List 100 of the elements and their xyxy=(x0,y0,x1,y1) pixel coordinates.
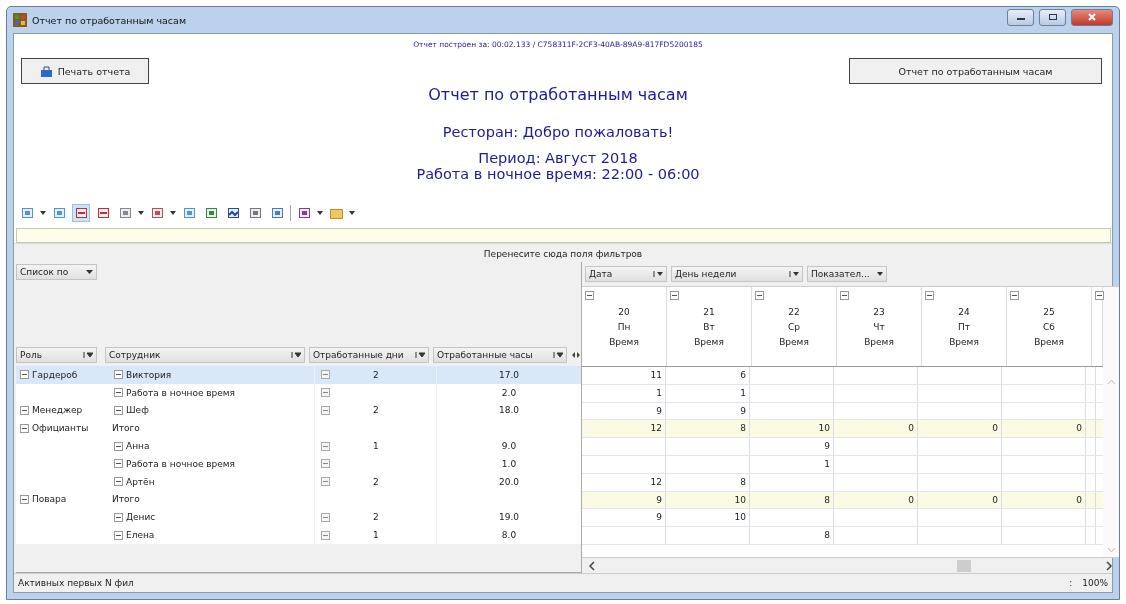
collapse-icon[interactable] xyxy=(321,441,330,451)
status-separator: : xyxy=(1069,578,1073,588)
pivot-row[interactable]: Елена 1 8.0 xyxy=(16,526,581,544)
collapse-icon[interactable] xyxy=(20,370,29,380)
role-label: Повара xyxy=(32,494,67,505)
collapse-icon[interactable] xyxy=(114,512,123,522)
table-cell: 9 xyxy=(582,402,666,420)
collapse-icon[interactable] xyxy=(114,530,123,540)
scroll-right-icon[interactable] xyxy=(1105,560,1113,571)
collapse-icon[interactable] xyxy=(321,370,330,380)
days-value: 2 xyxy=(373,476,379,487)
table-cell: 0 xyxy=(1002,420,1086,438)
column-field-button[interactable]: День недели xyxy=(671,266,803,282)
pivot-row[interactable]: Работа в ночное время 1.0 xyxy=(16,455,581,473)
weekday-label: Чт xyxy=(873,321,885,332)
dropdown-caret-icon[interactable] xyxy=(317,211,323,215)
list-field-button[interactable]: Список по xyxy=(16,264,97,280)
collapse-icon[interactable] xyxy=(114,459,123,469)
collapse-icon[interactable] xyxy=(321,512,330,522)
pivot-row[interactable]: Официанты Итого xyxy=(16,419,581,438)
days-value: 2 xyxy=(373,405,379,416)
collapse-icon[interactable] xyxy=(755,291,764,300)
employee-label: Работа в ночное время xyxy=(126,387,236,398)
employee-label: Работа в ночное время xyxy=(126,458,236,469)
pivot-row[interactable]: Менеджер Шеф 2 18.0 xyxy=(16,401,581,420)
weekday-label: Ср xyxy=(788,321,800,332)
close-button[interactable] xyxy=(1071,8,1113,26)
table-cell: 8 xyxy=(750,527,834,544)
scroll-thumb[interactable] xyxy=(957,559,971,572)
employee-label: Денис xyxy=(126,512,156,523)
hours-value: 18.0 xyxy=(498,405,519,416)
row-field-button[interactable]: Роль xyxy=(16,347,97,363)
hours-value: 19.0 xyxy=(498,512,519,523)
hours-value: 8.0 xyxy=(501,530,517,541)
collapse-icon[interactable] xyxy=(20,494,29,504)
zoom-level: 100% xyxy=(1082,578,1108,588)
collapse-icon[interactable] xyxy=(840,291,849,300)
hours-value: 2.0 xyxy=(501,387,517,398)
collapse-icon[interactable] xyxy=(1095,291,1104,300)
column-field-button[interactable]: Дата xyxy=(585,266,667,282)
collapse-icon[interactable] xyxy=(321,406,330,415)
dropdown-caret-icon[interactable] xyxy=(138,211,144,215)
column-field-button[interactable]: Показател... xyxy=(807,266,887,282)
sort-caret-icon xyxy=(83,352,93,358)
day-label: 24 xyxy=(958,306,970,317)
collapse-icon[interactable] xyxy=(114,406,123,415)
table-cell: 9 xyxy=(582,491,666,509)
employee-label: Артён xyxy=(126,476,155,487)
collapse-icon[interactable] xyxy=(114,388,123,398)
pivot-row[interactable]: Гардероб Виктория 2 17.0 xyxy=(16,366,581,384)
collapse-icon[interactable] xyxy=(20,406,29,415)
maximize-icon xyxy=(1047,13,1058,21)
collapse-icon[interactable] xyxy=(1010,291,1019,300)
employee-label: Итого xyxy=(112,423,140,434)
collapse-icon[interactable] xyxy=(114,370,123,380)
pivot-row[interactable]: Анна 1 9.0 xyxy=(16,437,581,455)
days-value: 2 xyxy=(373,369,379,380)
measure-label: Время xyxy=(1034,336,1064,347)
pivot-row[interactable]: Артён 2 20.0 xyxy=(16,472,581,491)
day-label: 21 xyxy=(703,306,715,317)
collapse-icon[interactable] xyxy=(114,477,123,487)
employee-label: Шеф xyxy=(126,405,149,416)
collapse-icon[interactable] xyxy=(670,291,679,300)
column-scroll-icon[interactable] xyxy=(571,350,581,360)
dropdown-caret-icon[interactable] xyxy=(349,211,355,215)
row-field-button[interactable]: Сотрудник xyxy=(105,347,305,363)
report-button[interactable]: Отчет по отработанным часам xyxy=(849,58,1102,84)
status-text: Активных первых N фил xyxy=(18,578,134,588)
weekday-label: Вт xyxy=(703,321,715,332)
pivot-row[interactable]: Повара Итого xyxy=(16,490,581,509)
minimize-button[interactable] xyxy=(1007,8,1034,26)
collapse-icon[interactable] xyxy=(20,423,29,433)
collapse-icon[interactable] xyxy=(321,388,330,398)
row-field-button[interactable]: Отработанные дни xyxy=(309,347,429,363)
table-cell: 10 xyxy=(666,491,750,509)
collapse-icon[interactable] xyxy=(585,291,594,300)
pivot-row[interactable]: Работа в ночное время 2.0 xyxy=(16,383,581,402)
weekday-label: Пт xyxy=(958,321,970,332)
collapse-icon[interactable] xyxy=(321,459,330,469)
table-cell: 12 xyxy=(582,420,666,438)
employee-label: Итого xyxy=(112,494,140,505)
folder-icon xyxy=(329,207,343,219)
table-cell: 11 xyxy=(582,367,666,384)
print-report-button[interactable]: Печать отчета xyxy=(21,58,149,84)
dropdown-caret-icon[interactable] xyxy=(170,211,176,215)
collapse-icon[interactable] xyxy=(321,477,330,487)
role-label: Официанты xyxy=(32,423,89,434)
toolbar-button[interactable] xyxy=(72,204,90,222)
collapse-icon[interactable] xyxy=(114,441,123,451)
maximize-button[interactable] xyxy=(1039,8,1066,26)
days-value: 1 xyxy=(373,441,379,452)
pivot-row[interactable]: Денис 2 19.0 xyxy=(16,508,581,527)
table-cell: 12 xyxy=(582,473,666,491)
scroll-left-icon[interactable] xyxy=(588,560,596,571)
collapse-icon[interactable] xyxy=(321,530,330,540)
dropdown-caret-icon[interactable] xyxy=(40,211,46,215)
table-cell: 0 xyxy=(834,491,918,509)
table-cell: 10 xyxy=(750,420,834,438)
row-field-button[interactable]: Отработанные часы xyxy=(433,347,567,363)
collapse-icon[interactable] xyxy=(925,291,934,300)
